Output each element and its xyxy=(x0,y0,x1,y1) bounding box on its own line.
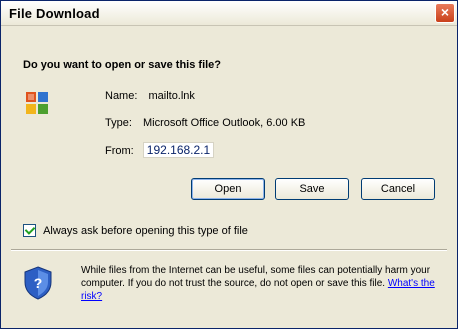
always-ask-checkbox[interactable] xyxy=(23,224,36,237)
save-button[interactable]: Save xyxy=(275,178,349,200)
svg-text:?: ? xyxy=(34,275,43,291)
shield-icon: ? xyxy=(24,266,52,300)
close-icon: × xyxy=(440,4,450,20)
cancel-button[interactable]: Cancel xyxy=(361,178,435,200)
file-type-row: Type: Microsoft Office Outlook, 6.00 KB xyxy=(105,117,305,129)
office-icon xyxy=(26,92,48,114)
title-bar[interactable]: File Download × xyxy=(1,1,457,26)
file-name-row: Name: mailto.lnk xyxy=(105,90,195,102)
file-type-value: Microsoft Office Outlook, 6.00 KB xyxy=(142,117,306,129)
close-button[interactable]: × xyxy=(435,3,455,23)
file-name-value: mailto.lnk xyxy=(148,90,195,102)
always-ask-label[interactable]: Always ask before opening this type of f… xyxy=(43,225,248,237)
divider xyxy=(11,249,447,251)
dialog-title: File Download xyxy=(9,6,100,21)
download-question: Do you want to open or save this file? xyxy=(23,59,222,71)
always-ask-option[interactable]: Always ask before opening this type of f… xyxy=(23,224,248,237)
file-from-value: 192.168.2.1 xyxy=(142,142,215,158)
file-from-row: From: 192.168.2.1 xyxy=(105,142,215,158)
security-warning: While files from the Internet can be use… xyxy=(81,264,441,303)
warning-message: While files from the Internet can be use… xyxy=(81,265,431,289)
file-download-dialog: File Download × Do you want to open or s… xyxy=(0,0,458,329)
open-button[interactable]: Open xyxy=(191,178,265,200)
name-label: Name: xyxy=(105,90,138,102)
type-label: Type: xyxy=(105,117,132,129)
from-label: From: xyxy=(105,145,134,157)
